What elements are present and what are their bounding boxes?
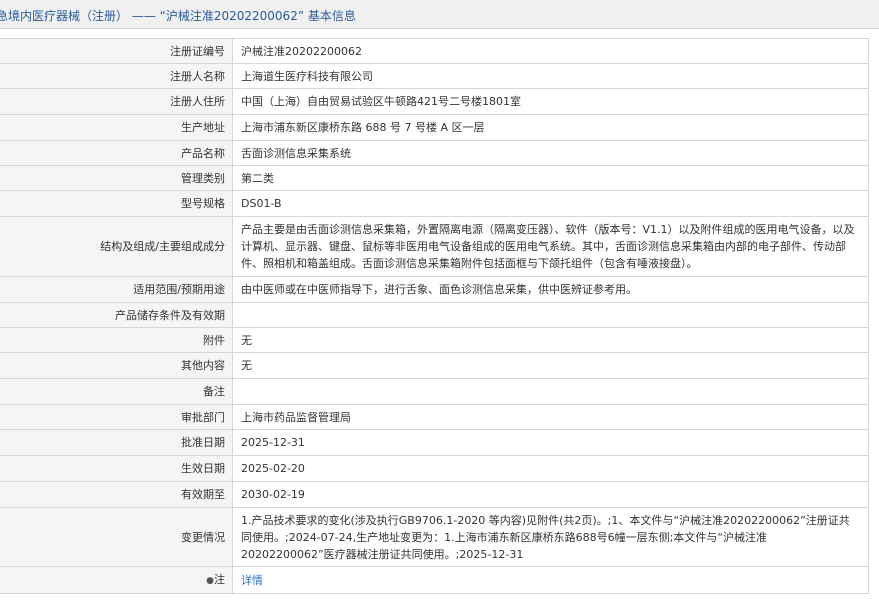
row-label: 有效期至: [0, 481, 233, 508]
row-label: 变更情况: [0, 507, 233, 567]
table-row: 管理类别 第二类: [0, 165, 869, 191]
device-info-table: 注册证编号 沪械注准20202200062 注册人名称 上海道生医疗科技有限公司…: [0, 38, 869, 594]
table-row: 产品名称 舌面诊测信息采集系统: [0, 140, 869, 166]
note-label: 注: [214, 572, 225, 586]
table-row: 注册人住所 中国（上海）自由贸易试验区牛顿路421号二号楼1801室: [0, 88, 869, 115]
row-label: 产品名称: [0, 140, 233, 166]
table-row: 其他内容 无: [0, 352, 869, 379]
row-label: 批准日期: [0, 429, 233, 456]
attachments-value: 无: [232, 327, 869, 353]
row-label: 注册证编号: [0, 38, 233, 64]
row-label: 生效日期: [0, 455, 233, 482]
product-name-value: 舌面诊测信息采集系统: [232, 140, 869, 166]
intended-use-value: 由中医师或在中医师指导下，进行舌象、面色诊测信息采集，供中医辨证参考用。: [232, 276, 869, 303]
table-row: 注册证编号 沪械注准20202200062: [0, 38, 869, 64]
table-row: 生产地址 上海市浦东新区康桥东路 688 号 7 号楼 A 区一层: [0, 114, 869, 141]
change-history-value: 1.产品技术要求的变化(涉及执行GB9706.1-2020 等内容)见附件(共2…: [232, 507, 869, 567]
registrant-name-value: 上海道生医疗科技有限公司: [232, 63, 869, 89]
row-label: 审批部门: [0, 404, 233, 430]
row-label: 生产地址: [0, 114, 233, 141]
row-label: 附件: [0, 327, 233, 353]
table-row: ●注 详情: [0, 566, 869, 594]
table-row: 附件 无: [0, 327, 869, 353]
row-label: 管理类别: [0, 165, 233, 191]
row-label: 备注: [0, 378, 233, 405]
table-row: 审批部门 上海市药品监督管理局: [0, 404, 869, 430]
row-label: 适用范围/预期用途: [0, 276, 233, 303]
note-label-cell: ●注: [0, 566, 233, 594]
registration-number-value: 沪械注准20202200062: [232, 38, 869, 64]
management-category-value: 第二类: [232, 165, 869, 191]
table-row: 生效日期 2025-02-20: [0, 455, 869, 482]
approval-department-value: 上海市药品监督管理局: [232, 404, 869, 430]
registrant-address-value: 中国（上海）自由贸易试验区牛顿路421号二号楼1801室: [232, 88, 869, 115]
valid-until-value: 2030-02-19: [232, 481, 869, 508]
details-link[interactable]: 详情: [241, 574, 263, 587]
table-row: 结构及组成/主要组成成分 产品主要是由舌面诊测信息采集箱，外置隔离电源（隔离变压…: [0, 216, 869, 277]
table-row: 有效期至 2030-02-19: [0, 481, 869, 508]
page-title: 急境内医疗器械（注册） —— “沪械注准20202200062” 基本信息: [0, 9, 356, 23]
structure-composition-value: 产品主要是由舌面诊测信息采集箱，外置隔离电源（隔离变压器）、软件（版本号：V1.…: [232, 216, 869, 277]
row-label: 产品储存条件及有效期: [0, 302, 233, 328]
page-header: 急境内医疗器械（注册） —— “沪械注准20202200062” 基本信息: [0, 0, 879, 29]
table-row: 注册人名称 上海道生医疗科技有限公司: [0, 63, 869, 89]
pin-icon: ●: [206, 575, 214, 586]
other-content-value: 无: [232, 352, 869, 379]
row-label: 型号规格: [0, 190, 233, 217]
approval-date-value: 2025-12-31: [232, 429, 869, 456]
table-row: 批准日期 2025-12-31: [0, 429, 869, 456]
table-row: 型号规格 DS01-B: [0, 190, 869, 217]
model-spec-value: DS01-B: [232, 190, 869, 217]
row-label: 结构及组成/主要组成成分: [0, 216, 233, 277]
table-row: 产品储存条件及有效期: [0, 302, 869, 328]
table-row: 变更情况 1.产品技术要求的变化(涉及执行GB9706.1-2020 等内容)见…: [0, 507, 869, 567]
storage-conditions-value: [232, 302, 869, 328]
note-value-cell: 详情: [232, 566, 869, 594]
table-row: 适用范围/预期用途 由中医师或在中医师指导下，进行舌象、面色诊测信息采集，供中医…: [0, 276, 869, 303]
remarks-value: [232, 378, 869, 405]
row-label: 其他内容: [0, 352, 233, 379]
effective-date-value: 2025-02-20: [232, 455, 869, 482]
production-address-value: 上海市浦东新区康桥东路 688 号 7 号楼 A 区一层: [232, 114, 869, 141]
row-label: 注册人名称: [0, 63, 233, 89]
table-row: 备注: [0, 378, 869, 405]
row-label: 注册人住所: [0, 88, 233, 115]
